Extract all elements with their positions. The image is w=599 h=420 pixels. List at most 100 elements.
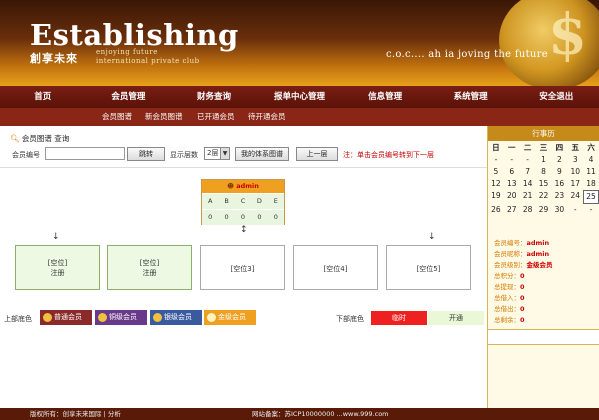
- calendar-day[interactable]: 8: [536, 166, 552, 178]
- calendar-weekday: 一: [508, 143, 516, 152]
- root-val-e: 0: [267, 209, 284, 225]
- member-no-input[interactable]: [45, 147, 125, 160]
- legend-chip-silver: 银级会员: [150, 310, 202, 325]
- sub-nav: 会员图谱 新会员图谱 已开通会员 待开通会员: [0, 108, 599, 126]
- calendar-day[interactable]: 17: [567, 178, 583, 190]
- jump-button[interactable]: 跳转: [127, 147, 165, 161]
- nav-item-member-management[interactable]: 会员管理: [86, 86, 172, 108]
- subnav-member-tree[interactable]: 会员图谱: [102, 108, 132, 126]
- calendar-day[interactable]: 28: [520, 204, 536, 216]
- info-value: 0: [520, 316, 525, 324]
- calendar-day[interactable]: 9: [551, 166, 567, 178]
- nav-item-system-management[interactable]: 系统管理: [428, 86, 514, 108]
- page-footer: 版权所有：创享未来国际 | 分析 网站备案：苏ICP10000000 ...ww…: [0, 408, 599, 420]
- tree-slot-5[interactable]: [空位5]: [386, 245, 471, 290]
- calendar-day: -: [573, 205, 577, 214]
- page-title: 🔍︎ 会员图谱 查询: [10, 133, 69, 144]
- subnav-opened-members[interactable]: 已开通会员: [197, 108, 235, 126]
- subnav-pending-members[interactable]: 待开通会员: [248, 108, 286, 126]
- calendar-weekday: 五: [571, 143, 579, 152]
- calendar-day[interactable]: 7: [520, 166, 536, 178]
- info-label: 会员昵称：: [494, 250, 527, 258]
- slot-4-label: [空位4]: [323, 265, 348, 273]
- calendar-day[interactable]: 18: [583, 178, 599, 190]
- calendar-day[interactable]: 2: [551, 154, 567, 166]
- tree-slot-4[interactable]: [空位4]: [293, 245, 378, 290]
- arrow-down-icon: ↓: [52, 232, 60, 242]
- slot-2-register[interactable]: 注册: [108, 268, 191, 278]
- tree-slot-1[interactable]: [空位] 注册: [15, 245, 100, 290]
- calendar-weekday: 二: [523, 143, 532, 152]
- calendar-day-today[interactable]: 25: [583, 190, 599, 204]
- root-col-b: B: [218, 193, 235, 209]
- nav-item-logout[interactable]: 安全退出: [513, 86, 599, 108]
- search-row: 会员编号 跳转 显示层数 2层 ▼ 我的体系图谱 上一层 注：单击会员编号转到下…: [0, 146, 487, 164]
- root-val-c: 0: [234, 209, 252, 225]
- info-value: admin: [526, 250, 550, 258]
- calendar-day: -: [494, 155, 498, 164]
- calendar-day[interactable]: 6: [504, 166, 520, 178]
- up-level-button[interactable]: 上一层: [296, 147, 338, 161]
- calendar-day[interactable]: 16: [551, 178, 567, 190]
- calendar-day[interactable]: 24: [567, 190, 583, 204]
- info-label: 总借入：: [494, 294, 520, 302]
- member-icon: [207, 313, 216, 322]
- calendar-day[interactable]: 26: [488, 204, 504, 216]
- legend-gold-label: 金级会员: [218, 313, 246, 321]
- calendar-day[interactable]: 10: [567, 166, 583, 178]
- slot-1-register[interactable]: 注册: [16, 268, 99, 278]
- calendar-day[interactable]: 3: [567, 154, 583, 166]
- info-value: 0: [520, 283, 525, 291]
- legend-chip-bronze: 铜级会员: [95, 310, 147, 325]
- nav-item-home[interactable]: 首页: [0, 86, 86, 108]
- my-tree-button[interactable]: 我的体系图谱: [235, 147, 289, 161]
- logo-title: Establishing: [30, 18, 239, 52]
- info-level: 会员级别：金级会员: [494, 260, 553, 271]
- calendar-day[interactable]: 11: [583, 166, 599, 178]
- layers-select[interactable]: 2层 ▼: [204, 147, 230, 160]
- info-member-no: 会员编号：admin: [494, 238, 553, 249]
- calendar-day[interactable]: 23: [551, 190, 567, 204]
- calendar-day[interactable]: 29: [536, 204, 552, 216]
- hint-text: 注：单击会员编号转到下一层: [343, 151, 434, 159]
- calendar-day[interactable]: 19: [488, 190, 504, 204]
- page-title-text: 会员图谱 查询: [21, 134, 70, 143]
- calendar-day[interactable]: 30: [551, 204, 567, 216]
- calendar-weekday: 三: [539, 143, 548, 152]
- root-col-a: A: [202, 193, 219, 209]
- site-header: $ Establishing 創享未來 enjoying future inte…: [0, 0, 599, 86]
- slot-1-label: [空位]: [47, 259, 68, 267]
- root-val-d: 0: [251, 209, 268, 225]
- root-member-link[interactable]: ☻ admin: [202, 180, 284, 193]
- nav-item-report-center[interactable]: 报单中心管理: [257, 86, 343, 108]
- calendar-day[interactable]: 4: [583, 154, 599, 166]
- calendar-day[interactable]: 13: [504, 178, 520, 190]
- info-lend: 总借出：0: [494, 304, 553, 315]
- tree-slot-2[interactable]: [空位] 注册: [107, 245, 192, 290]
- arrow-updown-icon: ↕: [240, 225, 248, 235]
- calendar-day[interactable]: 22: [536, 190, 552, 204]
- calendar-day[interactable]: 1: [536, 154, 552, 166]
- nav-item-finance[interactable]: 财务查询: [171, 86, 257, 108]
- calendar-day[interactable]: 21: [520, 190, 536, 204]
- calendar-day[interactable]: 20: [504, 190, 520, 204]
- member-icon: [153, 313, 162, 322]
- calendar-weekday: 四: [555, 143, 564, 152]
- info-withdraw: 总提现：0: [494, 282, 553, 293]
- nav-item-info-management[interactable]: 信息管理: [342, 86, 428, 108]
- slot-5-label: [空位5]: [416, 265, 441, 273]
- calendar-day[interactable]: 14: [520, 178, 536, 190]
- tree-slot-3[interactable]: [空位3]: [200, 245, 285, 290]
- root-val-b: 0: [218, 209, 235, 225]
- calendar-day[interactable]: 27: [504, 204, 520, 216]
- calendar-day[interactable]: 12: [488, 178, 504, 190]
- subnav-new-member-tree[interactable]: 新会员图谱: [145, 108, 183, 126]
- legend-bottom-label: 下部底色: [336, 315, 364, 323]
- legend-temp-chip: 临时: [371, 311, 427, 325]
- legend-normal-label: 普通会员: [54, 313, 82, 321]
- sidebar: 行事历 日一二三四五六 - - -1 2 3 4 5 6 7 8 9 10 11 12 13 14 15 16 17 1…: [487, 126, 599, 420]
- chevron-down-icon: ▼: [220, 148, 229, 159]
- legend-bronze-label: 铜级会员: [109, 313, 137, 321]
- calendar-day[interactable]: 15: [536, 178, 552, 190]
- calendar-day[interactable]: 5: [488, 166, 504, 178]
